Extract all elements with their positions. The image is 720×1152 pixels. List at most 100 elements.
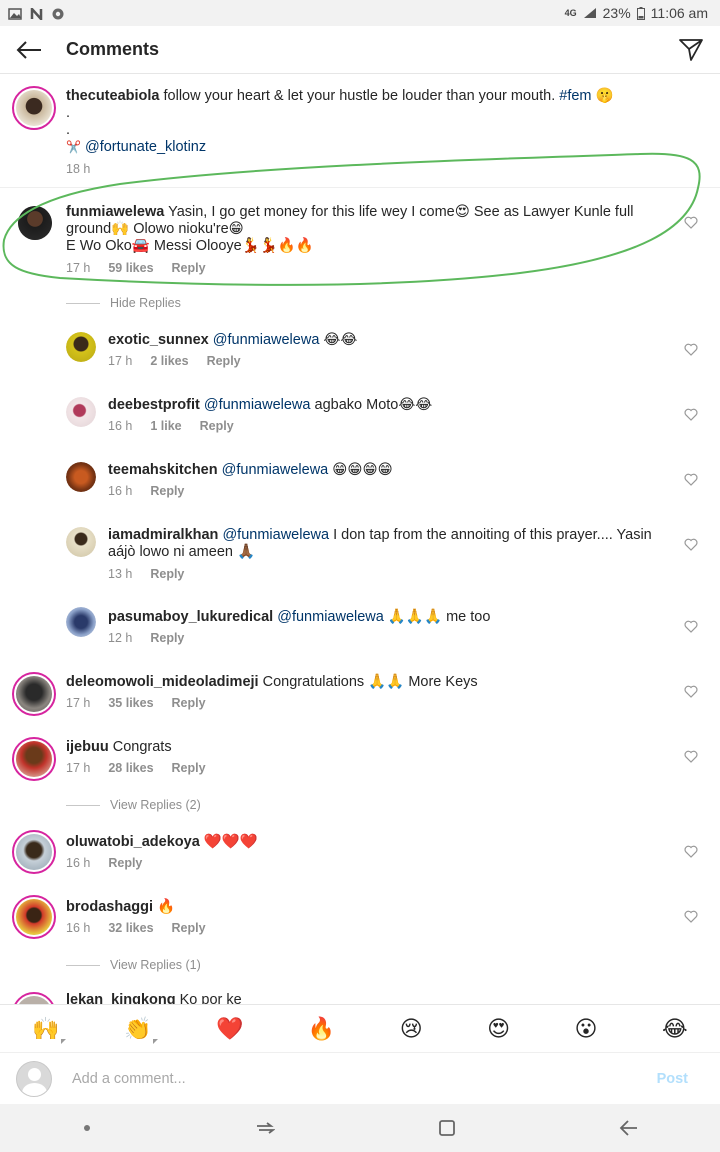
heart-icon[interactable] — [684, 216, 698, 229]
avatar[interactable] — [66, 527, 96, 557]
mention-link[interactable]: @funmiawelewa — [213, 332, 320, 348]
overview-icon[interactable] — [438, 1119, 456, 1137]
reply-button[interactable]: Reply — [150, 631, 184, 645]
heart-icon[interactable] — [684, 750, 698, 763]
view-replies-label[interactable]: View Replies (2) — [110, 798, 201, 812]
post-button[interactable]: Post — [657, 1071, 688, 1087]
avatar[interactable] — [12, 830, 56, 874]
timestamp: 13 h — [108, 567, 133, 581]
avatar[interactable] — [12, 737, 56, 781]
send-direct-icon[interactable] — [676, 35, 706, 65]
battery-percent: 23% — [602, 5, 631, 21]
heart-icon[interactable] — [684, 910, 698, 923]
reply-button[interactable]: Reply — [172, 921, 206, 935]
username[interactable]: deebestprofit — [108, 397, 200, 413]
heart-icon[interactable] — [684, 343, 698, 356]
likes-count[interactable]: 2 likes — [150, 354, 188, 368]
emoji-button[interactable]: 😢 — [400, 1016, 423, 1042]
avatar[interactable] — [12, 992, 56, 1004]
likes-count[interactable]: 1 like — [150, 419, 181, 433]
comment-body: ❤️❤️❤️ — [203, 834, 258, 850]
emoji-button[interactable]: 😮 — [575, 1016, 598, 1042]
caption-text: thecuteabiola follow your heart & let yo… — [66, 88, 696, 105]
mention-link[interactable]: @funmiawelewa — [204, 397, 311, 413]
reply-button[interactable]: Reply — [150, 484, 184, 498]
emoji-button[interactable]: 👏 — [124, 1016, 151, 1042]
mention-link[interactable]: @funmiawelewa — [222, 462, 329, 478]
username[interactable]: brodashaggi — [66, 899, 153, 915]
timestamp: 17 h — [66, 261, 91, 275]
heart-icon[interactable] — [684, 473, 698, 486]
likes-count[interactable]: 28 likes — [108, 761, 153, 775]
hashtag-link[interactable]: #fem — [559, 88, 591, 104]
caption-body: follow your heart & let your hustle be l… — [163, 88, 556, 104]
avatar[interactable] — [18, 206, 52, 240]
comment-meta: 13 h Reply — [108, 567, 184, 581]
post-caption: thecuteabiola follow your heart & let yo… — [0, 75, 720, 188]
username[interactable]: thecuteabiola — [66, 88, 159, 104]
reply-button[interactable]: Reply — [200, 419, 234, 433]
username[interactable]: exotic_sunnex — [108, 332, 209, 348]
heart-icon[interactable] — [684, 620, 698, 633]
view-replies-toggle[interactable]: View Replies (2) — [66, 798, 201, 812]
username[interactable]: deleomowoli_mideoladimeji — [66, 674, 259, 690]
heart-icon[interactable] — [684, 408, 698, 421]
avatar[interactable] — [12, 895, 56, 939]
hide-replies-label[interactable]: Hide Replies — [110, 296, 181, 310]
emoji-button[interactable]: ❤️ — [216, 1016, 243, 1042]
avatar[interactable] — [12, 86, 56, 130]
reply-button[interactable]: Reply — [150, 567, 184, 581]
emoji-bar: 🙌 👏 ❤️ 🔥 😢 😍 😮 😂 — [0, 1004, 720, 1052]
view-replies-label[interactable]: View Replies (1) — [110, 958, 201, 972]
avatar[interactable] — [66, 397, 96, 427]
comment-input[interactable] — [72, 1070, 657, 1087]
comment-text: deebestprofit @funmiawelewa agbako Moto😂… — [108, 397, 432, 414]
username[interactable]: funmiawelewa — [66, 204, 164, 220]
comment-body: Ko por ke — [179, 992, 242, 1004]
comment-text: oluwatobi_adekoya ❤️❤️❤️ — [66, 834, 258, 851]
comment-body: Congratulations 🙏🙏 More Keys — [262, 674, 478, 690]
recents-icon[interactable] — [255, 1120, 275, 1136]
heart-icon[interactable] — [684, 538, 698, 551]
avatar[interactable] — [12, 672, 56, 716]
hide-replies-toggle[interactable]: Hide Replies — [66, 296, 181, 310]
username[interactable]: iamadmiralkhan — [108, 527, 218, 543]
emoji-button[interactable]: 😍 — [487, 1016, 510, 1042]
emoji-button[interactable]: 🔥 — [308, 1016, 335, 1042]
back-nav-icon[interactable] — [619, 1119, 639, 1137]
avatar[interactable] — [66, 607, 96, 637]
comment-line: ground🙌 Olowo nioku're😁 — [66, 221, 244, 237]
view-replies-toggle[interactable]: View Replies (1) — [66, 958, 201, 972]
back-arrow-icon[interactable] — [14, 35, 44, 65]
avatar[interactable] — [66, 332, 96, 362]
username[interactable]: ijebuu — [66, 739, 109, 755]
likes-count[interactable]: 35 likes — [108, 696, 153, 710]
mention-link[interactable]: @fortunate_klotinz — [85, 139, 206, 155]
home-dot-icon[interactable] — [82, 1123, 92, 1133]
comment-body: 😂😂 — [323, 332, 358, 348]
heart-icon[interactable] — [684, 845, 698, 858]
reply-button[interactable]: Reply — [172, 761, 206, 775]
heart-icon[interactable] — [684, 685, 698, 698]
mention-link[interactable]: @funmiawelewa — [277, 609, 384, 625]
comments-header: Comments — [0, 26, 720, 74]
username[interactable]: teemahskitchen — [108, 462, 218, 478]
likes-count[interactable]: 32 likes — [108, 921, 153, 935]
comment: oluwatobi_adekoya ❤️❤️❤️ 16 h Reply — [0, 822, 720, 884]
mention-link[interactable]: @funmiawelewa — [222, 527, 329, 543]
reply-button[interactable]: Reply — [108, 856, 142, 870]
username[interactable]: oluwatobi_adekoya — [66, 834, 200, 850]
caption-meta: 18 h — [66, 162, 90, 176]
network-indicator: 4G — [564, 8, 577, 18]
timestamp: 18 h — [66, 162, 91, 176]
emoji-button[interactable]: 😂 — [662, 1016, 688, 1042]
reply-button[interactable]: Reply — [172, 261, 206, 275]
reply-button[interactable]: Reply — [207, 354, 241, 368]
likes-count[interactable]: 59 likes — [108, 261, 153, 275]
username[interactable]: lekan_kingkong — [66, 992, 176, 1004]
reply-button[interactable]: Reply — [172, 696, 206, 710]
username[interactable]: pasumaboy_lukuredical — [108, 609, 273, 625]
comment-meta: 17 h 28 likes Reply — [66, 761, 206, 775]
avatar[interactable] — [66, 462, 96, 492]
emoji-button[interactable]: 🙌 — [32, 1016, 59, 1042]
